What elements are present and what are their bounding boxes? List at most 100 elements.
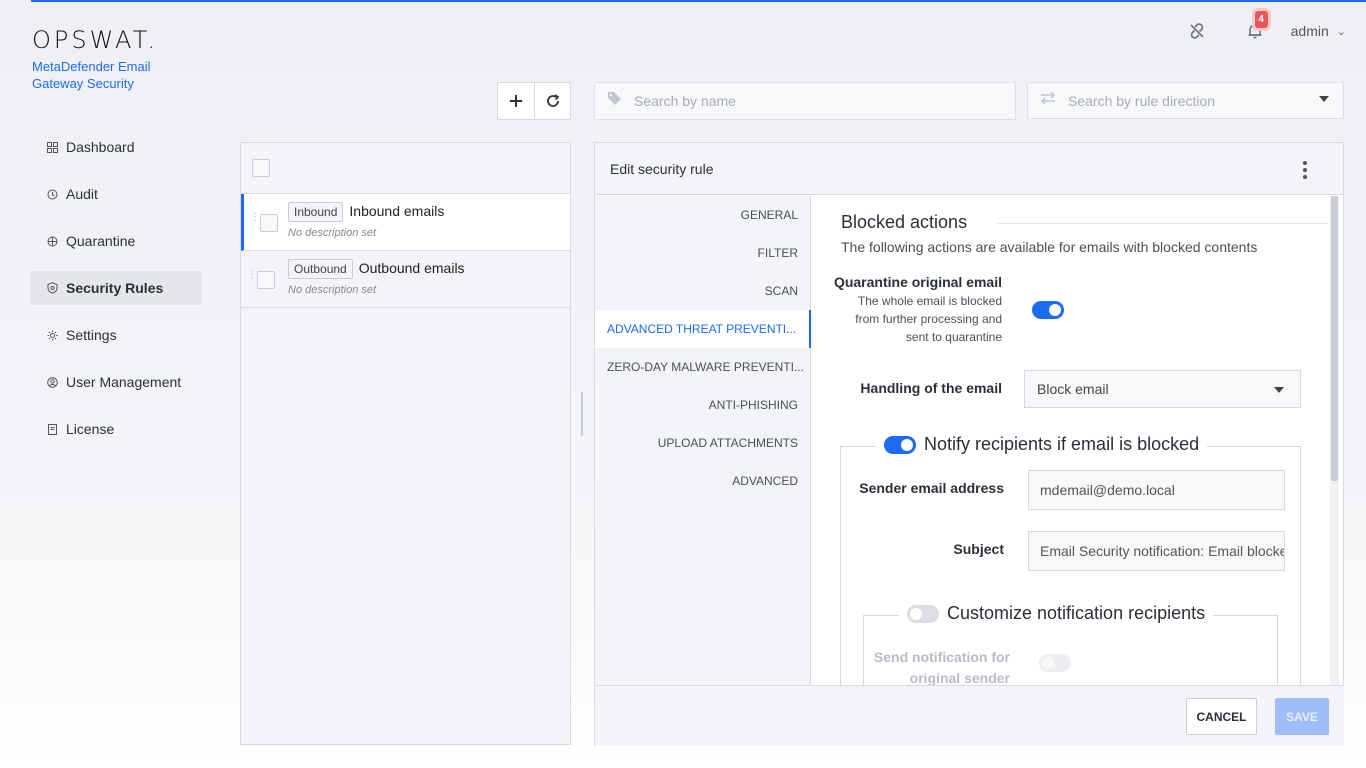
quarantine-desc-line: The whole email is blocked — [857, 294, 1002, 308]
sidebar-item-label: Settings — [66, 327, 117, 343]
rule-row-outbound[interactable]: ⋮ Outbound Outbound emails No description… — [241, 251, 570, 308]
rule-row-inbound[interactable]: ⋮ Inbound Inbound emails No description s… — [241, 194, 570, 251]
direction-tag: Inbound — [288, 202, 344, 222]
rule-tabs: GENERAL FILTER SCAN ADVANCED THREAT PREV… — [595, 196, 811, 685]
grid-icon — [46, 141, 58, 153]
sender-email-field[interactable]: mdemail@demo.local — [1028, 470, 1285, 510]
rule-list: ⋮ Inbound Inbound emails No description s… — [240, 142, 571, 745]
chevron-down-icon: ⌄ — [1336, 25, 1346, 38]
tab-advanced-threat-prevention[interactable]: ADVANCED THREAT PREVENTI... — [595, 310, 811, 348]
more-options-icon[interactable] — [1303, 161, 1307, 179]
plus-icon — [510, 95, 522, 107]
section-title: Blocked actions — [841, 212, 968, 232]
quarantine-desc-line: sent to quarantine — [905, 330, 1002, 344]
sender-label: Sender email address — [859, 480, 1004, 496]
notify-legend: Notify recipients if email is blocked — [876, 434, 1208, 455]
bell-icon[interactable]: 4 — [1243, 11, 1268, 43]
rule-name: Inbound emails — [349, 203, 445, 219]
sidebar-item-user-management[interactable]: User Management — [30, 365, 202, 399]
customize-toggle[interactable] — [907, 604, 939, 623]
rule-description: No description set — [288, 227, 377, 239]
sidebar-item-label: License — [66, 421, 115, 437]
cancel-button[interactable]: CANCEL — [1186, 698, 1257, 735]
search-name-input[interactable] — [634, 93, 954, 109]
handling-value: Block email — [1037, 381, 1109, 397]
rule-name: Outbound emails — [358, 260, 465, 276]
tab-filter[interactable]: FILTER — [595, 234, 810, 272]
section-divider — [997, 223, 1328, 224]
tab-general[interactable]: GENERAL — [595, 196, 810, 234]
rule-checkbox[interactable] — [257, 271, 275, 289]
notify-toggle[interactable] — [884, 435, 916, 454]
sidebar-item-label: Dashboard — [66, 139, 135, 155]
send-label-line: original sender — [909, 670, 1010, 685]
panel-footer: CANCEL SAVE — [595, 685, 1344, 746]
chevron-down-icon — [1274, 387, 1284, 393]
edit-rule-panel: Edit security rule GENERAL FILTER SCAN A… — [594, 142, 1344, 746]
license-icon — [46, 423, 58, 435]
unlink-icon[interactable] — [1185, 19, 1209, 43]
tab-scan[interactable]: SCAN — [595, 272, 810, 310]
content-scrollbar[interactable] — [1330, 196, 1339, 685]
rule-description: No description set — [288, 284, 377, 296]
sidebar-item-security-rules[interactable]: Security Rules — [30, 271, 202, 305]
quarantine-icon — [46, 235, 58, 247]
panel-title: Edit security rule — [595, 143, 1343, 195]
rule-toolbar — [497, 82, 571, 120]
send-notification-toggle[interactable] — [1039, 654, 1071, 672]
select-all-checkbox[interactable] — [252, 159, 270, 177]
opswat-logo: OPSWAT. — [32, 26, 159, 54]
sidebar-item-quarantine[interactable]: Quarantine — [30, 224, 202, 258]
sidebar-nav: Dashboard Audit Quarantine Security Rule… — [30, 130, 202, 459]
sidebar-item-label: Audit — [66, 186, 98, 202]
panel-splitter[interactable] — [581, 392, 583, 436]
quarantine-description: The whole email is blocked from further … — [832, 292, 1002, 346]
audit-icon — [46, 188, 58, 200]
swap-icon — [1040, 91, 1056, 110]
send-label-line: Send notification for — [873, 649, 1010, 665]
header-actions: 4 admin ⌄ — [1185, 11, 1346, 44]
sidebar-item-label: User Management — [66, 374, 182, 390]
scrollbar-thumb[interactable] — [1331, 196, 1338, 481]
user-name: admin — [1290, 23, 1329, 39]
search-by-name[interactable] — [594, 82, 1016, 120]
tab-advanced[interactable]: ADVANCED — [595, 462, 810, 500]
quarantine-toggle[interactable] — [1032, 301, 1064, 319]
subject-label: Subject — [953, 541, 1004, 557]
sidebar-item-label: Quarantine — [66, 233, 136, 249]
customize-legend: Customize notification recipients — [899, 603, 1214, 624]
notify-label: Notify recipients if email is blocked — [924, 434, 1200, 454]
search-direction-input[interactable] — [1068, 92, 1343, 109]
brand: OPSWAT. MetaDefender Email Gateway Secur… — [32, 28, 182, 92]
product-name: MetaDefender Email Gateway Security — [32, 59, 151, 91]
notification-badge: 4 — [1254, 11, 1268, 28]
customize-label: Customize notification recipients — [947, 603, 1206, 623]
refresh-icon — [546, 94, 559, 107]
subject-field[interactable]: Email Security notification: Email block… — [1028, 531, 1285, 571]
quarantine-desc-line: from further processing and — [855, 312, 1002, 326]
sidebar-item-dashboard[interactable]: Dashboard — [30, 130, 202, 164]
gear-icon — [46, 329, 58, 341]
handling-select[interactable]: Block email — [1024, 370, 1301, 408]
tab-upload-attachments[interactable]: UPLOAD ATTACHMENTS — [595, 424, 810, 462]
tab-anti-phishing[interactable]: ANTI-PHISHING — [595, 386, 810, 424]
top-accent-line — [31, 0, 1366, 2]
tag-icon — [607, 91, 622, 111]
refresh-button[interactable] — [534, 83, 570, 119]
sidebar-item-settings[interactable]: Settings — [30, 318, 202, 352]
rule-checkbox[interactable] — [260, 214, 278, 232]
save-button[interactable]: SAVE — [1275, 698, 1329, 735]
search-by-direction[interactable] — [1027, 82, 1344, 119]
direction-tag: Outbound — [288, 259, 353, 279]
chevron-down-icon[interactable] — [1319, 96, 1329, 102]
tab-content: Blocked actions The following actions ar… — [812, 196, 1328, 685]
user-menu[interactable]: admin ⌄ — [1291, 23, 1346, 39]
sidebar-item-license[interactable]: License — [30, 412, 202, 446]
sidebar-item-label: Security Rules — [66, 280, 164, 296]
tab-zero-day-malware-prevention[interactable]: ZERO-DAY MALWARE PREVENTI... — [595, 348, 810, 386]
quarantine-label: Quarantine original email — [833, 274, 1002, 290]
rule-list-header — [241, 143, 570, 194]
section-subtitle: The following actions are available for … — [841, 239, 1258, 255]
sidebar-item-audit[interactable]: Audit — [30, 177, 202, 211]
add-rule-button[interactable] — [498, 83, 534, 119]
